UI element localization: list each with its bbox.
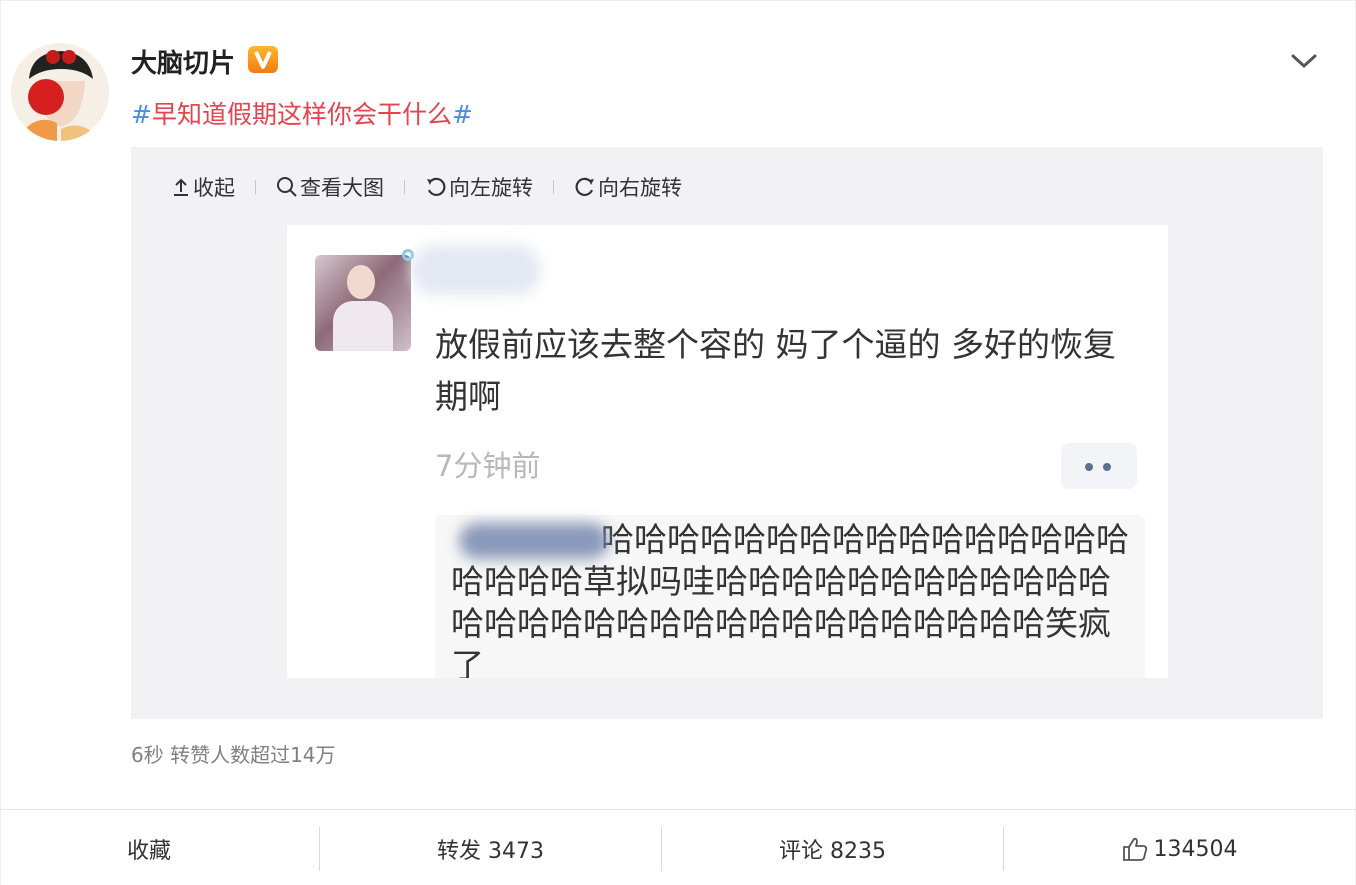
poster-avatar-image [315, 255, 411, 351]
topic-hash-start: # [131, 100, 152, 129]
favorite-button[interactable]: 收藏 [1, 827, 319, 871]
favorite-label: 收藏 [126, 839, 171, 864]
rotate-right-label: 向右旋转 [598, 176, 682, 200]
collapse-icon [174, 178, 188, 196]
image-reply: 哈哈哈哈哈哈哈哈哈哈哈哈哈哈哈哈哈哈哈哈草拟吗哇哈哈哈哈哈哈哈哈哈哈哈哈哈哈哈哈… [435, 515, 1145, 678]
view-large-label: 查看大图 [300, 176, 384, 200]
like-button[interactable]: 134504 [1004, 827, 1355, 871]
action-bar: 收藏 转发 3473 评论 8235 134504 [1, 827, 1355, 871]
topic-hash-end: # [451, 100, 473, 129]
rotate-right-icon [575, 177, 594, 197]
collapse-button[interactable]: 收起 [171, 172, 235, 202]
blurred-username [411, 245, 541, 295]
post-meta: 6秒 转赞人数超过14万 [131, 743, 336, 767]
like-count: 134504 [1153, 836, 1238, 862]
toolbar-divider [553, 180, 554, 194]
rotate-right-button[interactable]: 向右旋转 [574, 172, 682, 202]
toolbar-divider [255, 180, 256, 194]
verified-badge-icon [248, 46, 278, 73]
topic-text: 早知道假期这样你会干什么 [151, 100, 452, 129]
search-icon [277, 177, 297, 197]
comment-button[interactable]: 评论 8235 [662, 827, 1003, 871]
view-large-button[interactable]: 查看大图 [276, 172, 384, 202]
image-post-text: 放假前应该去整个容的 妈了个逼的 多好的恢复期啊 [435, 325, 1116, 416]
chevron-down-icon[interactable] [1289, 49, 1319, 73]
username[interactable]: 大脑切片 [131, 43, 235, 80]
image-timestamp: 7分钟前 [435, 449, 541, 483]
post-image[interactable]: 放假前应该去整个容的 妈了个逼的 多好的恢复期啊 7分钟前 哈哈哈哈哈哈哈哈哈哈… [287, 225, 1168, 678]
more-icon [1061, 443, 1137, 489]
collapse-label: 收起 [193, 176, 235, 200]
divider [1, 809, 1355, 810]
rotate-left-icon [427, 177, 446, 197]
repost-label: 转发 3473 [437, 839, 544, 864]
repost-button[interactable]: 转发 3473 [320, 827, 661, 871]
user-avatar[interactable] [11, 43, 109, 141]
topic-link[interactable]: #早知道假期这样你会干什么# [131, 95, 473, 131]
image-toolbar: 收起 查看大图 向左旋转 向右旋转 [171, 173, 682, 201]
image-viewer-panel: 收起 查看大图 向左旋转 向右旋转 放假前应该去整个容的 妈了个逼的 多好的恢复… [131, 147, 1323, 719]
toolbar-divider [404, 180, 405, 194]
weibo-post-card: 大脑切片 #早知道假期这样你会干什么# 收起 查看大图 向左旋转 向右旋转 放假… [0, 0, 1356, 885]
blurred-reply-username [459, 523, 609, 559]
thumbs-up-icon [1122, 837, 1147, 861]
rotate-left-button[interactable]: 向左旋转 [425, 172, 533, 202]
comment-label: 评论 8235 [779, 839, 886, 864]
rotate-left-label: 向左旋转 [449, 176, 533, 200]
